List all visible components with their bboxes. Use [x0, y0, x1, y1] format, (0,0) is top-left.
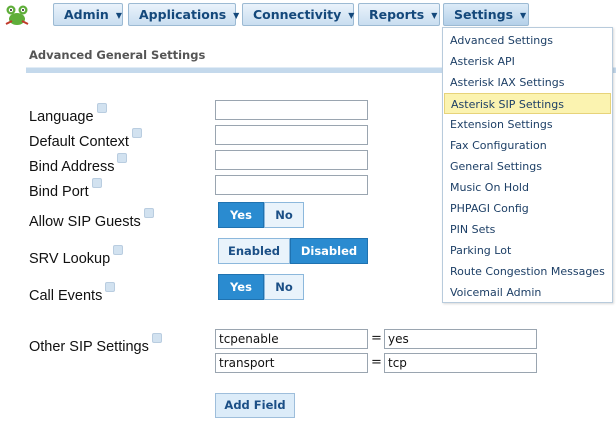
menu-item-asterisk-iax-settings[interactable]: Asterisk IAX Settings	[444, 72, 611, 93]
srv-lookup-label: SRV Lookup	[29, 251, 111, 267]
menu-item-voicemail-admin[interactable]: Voicemail Admin	[444, 282, 611, 303]
menu-item-music-on-hold[interactable]: Music On Hold	[444, 177, 611, 198]
language-row-label: Language	[29, 103, 107, 125]
chevron-down-icon: ▼	[348, 11, 355, 20]
bind-port-label: Bind Port	[29, 184, 89, 200]
default-context-input[interactable]	[215, 125, 368, 145]
page-title: Advanced General Settings	[29, 48, 206, 62]
other-sip-settings-row-label: Other SIP Settings	[29, 333, 162, 355]
other-sip-key-input[interactable]	[215, 329, 368, 349]
chevron-down-icon: ▼	[115, 11, 122, 20]
allow-sip-guests-label: Allow SIP Guests	[29, 214, 141, 230]
menu-item-asterisk-sip-settings[interactable]: Asterisk SIP Settings	[444, 93, 611, 114]
allow-sip-guests-row-label: Allow SIP Guests	[29, 208, 154, 230]
nav-reports[interactable]: Reports ▼	[358, 3, 440, 26]
help-icon[interactable]	[131, 128, 142, 138]
menu-item-parking-lot[interactable]: Parking Lot	[444, 240, 611, 261]
chevron-down-icon: ▼	[520, 11, 527, 20]
call-events-yes-button[interactable]: Yes	[218, 274, 264, 300]
menu-item-asterisk-api[interactable]: Asterisk API	[444, 51, 611, 72]
menu-item-route-congestion-messages[interactable]: Route Congestion Messages	[444, 261, 611, 282]
nav-settings-label: Settings	[454, 7, 514, 22]
menu-item-pin-sets[interactable]: PIN Sets	[444, 219, 611, 240]
other-sip-value-input[interactable]	[384, 329, 537, 349]
call-events-label: Call Events	[29, 288, 103, 304]
settings-dropdown-menu: Advanced Settings Asterisk API Asterisk …	[442, 27, 613, 303]
bind-port-input[interactable]	[215, 175, 368, 195]
nav-reports-label: Reports	[369, 7, 425, 22]
help-icon[interactable]	[117, 153, 128, 163]
call-events-toggle: Yes No	[218, 274, 304, 300]
menu-item-extension-settings[interactable]: Extension Settings	[444, 114, 611, 135]
help-icon[interactable]	[91, 178, 102, 188]
default-context-label: Default Context	[29, 134, 129, 150]
other-sip-settings-label: Other SIP Settings	[29, 339, 149, 355]
menu-item-general-settings[interactable]: General Settings	[444, 156, 611, 177]
nav-connectivity-label: Connectivity	[253, 7, 342, 22]
help-icon[interactable]	[151, 333, 162, 343]
bind-address-label: Bind Address	[29, 159, 115, 175]
bind-address-row-label: Bind Address	[29, 153, 128, 175]
allow-sip-guests-toggle: Yes No	[218, 202, 304, 228]
equals-sign: =	[371, 331, 382, 346]
top-navigation-bar: Admin ▼ Applications ▼ Connectivity ▼ Repor…	[0, 0, 616, 30]
nav-applications-label: Applications	[139, 7, 227, 22]
allow-sip-guests-no-button[interactable]: No	[264, 202, 304, 228]
call-events-row-label: Call Events	[29, 282, 116, 304]
frog-logo-icon[interactable]	[4, 2, 30, 28]
equals-sign: =	[371, 355, 382, 370]
menu-item-phpagi-config[interactable]: PHPAGI Config	[444, 198, 611, 219]
bind-address-input[interactable]	[215, 150, 368, 170]
default-context-row-label: Default Context	[29, 128, 142, 150]
nav-applications[interactable]: Applications ▼	[128, 3, 240, 26]
nav-settings[interactable]: Settings ▼	[443, 3, 529, 26]
bind-port-row-label: Bind Port	[29, 178, 102, 200]
nav-connectivity[interactable]: Connectivity ▼	[242, 3, 354, 26]
help-icon[interactable]	[96, 103, 107, 113]
srv-lookup-disabled-button[interactable]: Disabled	[290, 238, 368, 264]
menu-item-advanced-settings[interactable]: Advanced Settings	[444, 30, 611, 51]
call-events-no-button[interactable]: No	[264, 274, 304, 300]
allow-sip-guests-yes-button[interactable]: Yes	[218, 202, 264, 228]
help-icon[interactable]	[105, 282, 116, 292]
chevron-down-icon: ▼	[233, 11, 240, 20]
chevron-down-icon: ▼	[431, 11, 438, 20]
help-icon[interactable]	[113, 245, 124, 255]
language-input[interactable]	[215, 100, 368, 120]
nav-admin[interactable]: Admin ▼	[53, 3, 123, 26]
other-sip-key-input[interactable]	[215, 353, 368, 373]
language-label: Language	[29, 109, 94, 125]
add-field-button[interactable]: Add Field	[215, 393, 295, 418]
srv-lookup-row-label: SRV Lookup	[29, 245, 124, 267]
nav-admin-label: Admin	[64, 7, 109, 22]
srv-lookup-toggle: Enabled Disabled	[218, 238, 368, 264]
menu-item-fax-configuration[interactable]: Fax Configuration	[444, 135, 611, 156]
srv-lookup-enabled-button[interactable]: Enabled	[218, 238, 290, 264]
other-sip-value-input[interactable]	[384, 353, 537, 373]
help-icon[interactable]	[143, 208, 154, 218]
